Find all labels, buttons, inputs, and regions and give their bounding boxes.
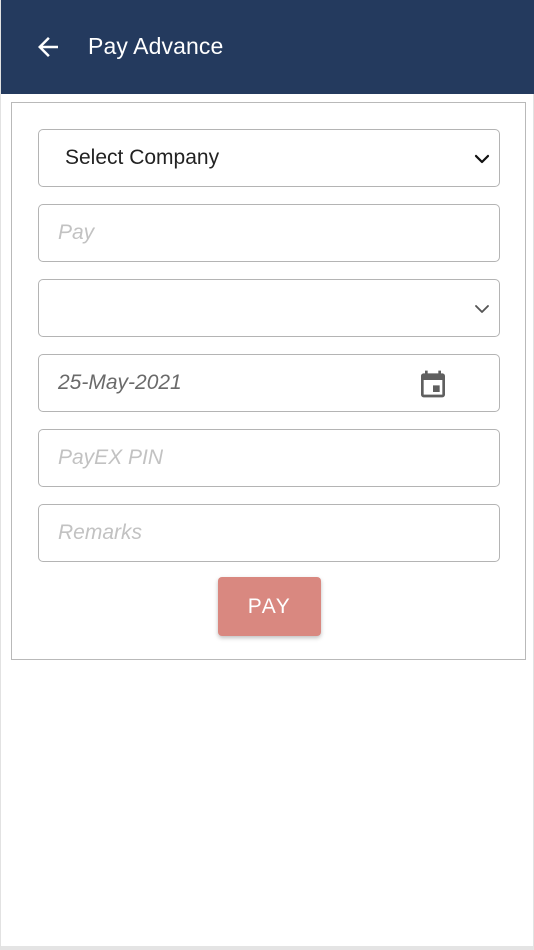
page-title: Pay Advance [88,33,224,59]
app-bar: Pay Advance [1,0,534,94]
pay-advance-screen: Pay Advance Select Company Pay 25-May-20… [0,0,534,950]
pay-amount-input[interactable]: Pay [38,204,500,262]
company-select-value: Select Company [65,146,220,169]
calendar-icon[interactable] [417,368,449,400]
chevron-down-icon [474,154,490,164]
remarks-input[interactable]: Remarks [38,504,500,562]
company-select[interactable]: Select Company [38,129,500,187]
chevron-down-icon [475,305,489,313]
arrow-left-icon [38,37,58,57]
date-input[interactable]: 25-May-2021 [38,354,500,412]
back-button[interactable] [31,30,65,64]
pay-advance-form: Select Company Pay 25-May-2021 PayEX PIN… [11,102,526,660]
secondary-select[interactable] [38,279,500,337]
payex-pin-input[interactable]: PayEX PIN [38,429,500,487]
pay-button[interactable]: PAY [218,577,321,636]
pay-amount-placeholder: Pay [58,221,95,244]
payex-pin-placeholder: PayEX PIN [58,446,164,469]
remarks-placeholder: Remarks [58,521,143,544]
date-value: 25-May-2021 [58,371,182,394]
